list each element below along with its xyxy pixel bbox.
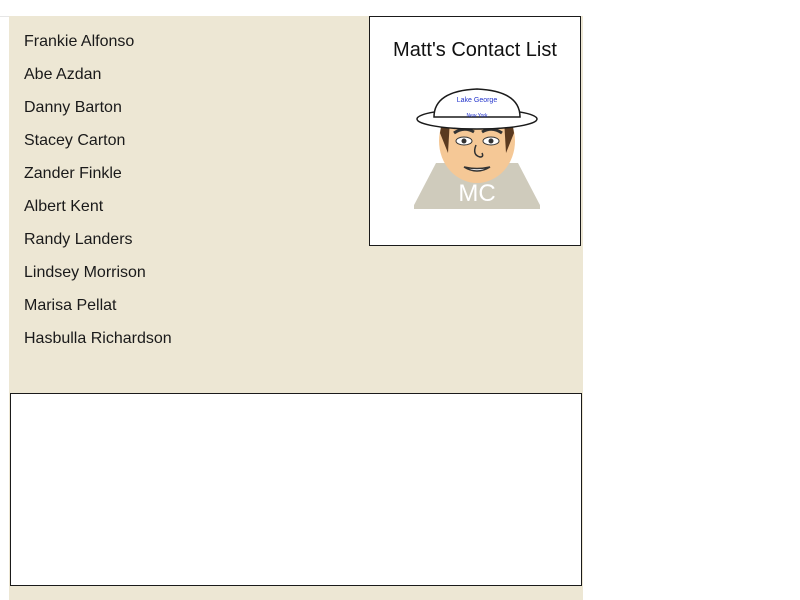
contact-item[interactable]: Randy Landers [24, 231, 172, 264]
contact-app: Frankie Alfonso Abe Azdan Danny Barton S… [9, 16, 583, 600]
hat-text-line2: New York [466, 113, 488, 119]
contact-detail-panel [10, 393, 582, 586]
pupil-right [488, 138, 494, 144]
contact-item[interactable]: Danny Barton [24, 99, 172, 132]
contact-item[interactable]: Frankie Alfonso [24, 33, 172, 66]
hat-text-line1: Lake George [457, 97, 498, 104]
avatar-initials: MC [458, 180, 495, 207]
contact-item[interactable]: Marisa Pellat [24, 297, 172, 330]
contact-item[interactable]: Albert Kent [24, 198, 172, 231]
logo-card: Matt's Contact List Lake George New York… [369, 16, 581, 246]
avatar-cartoon-man-with-hat-icon: Lake George New York MC [414, 88, 540, 209]
contact-item[interactable]: Zander Finkle [24, 165, 172, 198]
left-edge-line [0, 16, 9, 17]
app-title: Matt's Contact List [393, 39, 557, 61]
contact-item[interactable]: Abe Azdan [24, 66, 172, 99]
contact-item[interactable]: Stacey Carton [24, 132, 172, 165]
contact-list: Frankie Alfonso Abe Azdan Danny Barton S… [24, 33, 172, 363]
contact-item[interactable]: Lindsey Morrison [24, 264, 172, 297]
contact-item[interactable]: Hasbulla Richardson [24, 330, 172, 363]
pupil-left [461, 138, 467, 144]
